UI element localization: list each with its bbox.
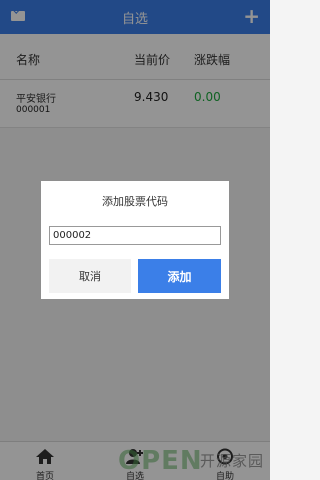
stock-code-input[interactable] [49,226,221,245]
add-button[interactable]: 添加 [138,259,221,293]
add-stock-dialog: 添加股票代码 取消 添加 [41,181,229,299]
dialog-title: 添加股票代码 [102,195,168,208]
cancel-button[interactable]: 取消 [49,259,131,293]
